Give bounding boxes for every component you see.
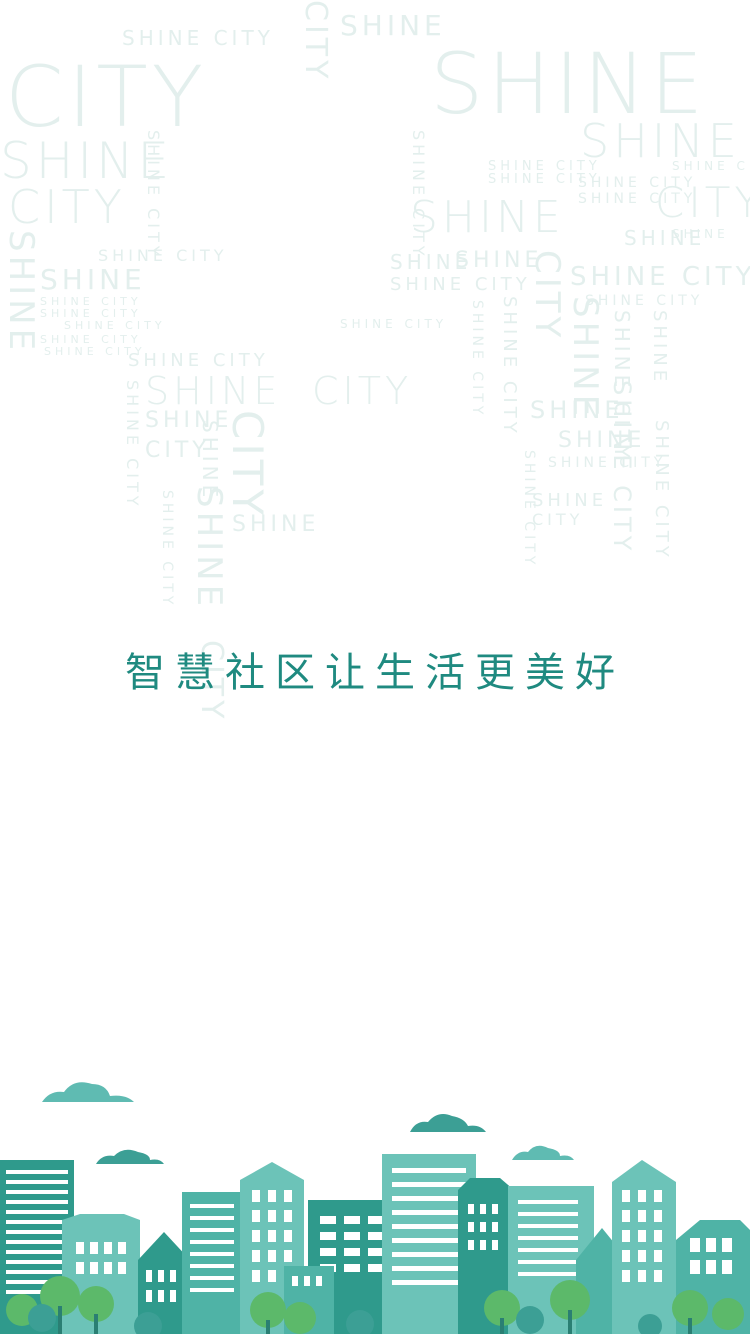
watermark-shine: SHINE bbox=[40, 263, 146, 296]
watermark-shine-city-vertical: SHINE CITY bbox=[123, 380, 142, 510]
cloud-icon bbox=[512, 1145, 574, 1160]
watermark-shine-city: SHINE CITY bbox=[390, 274, 531, 295]
watermark-shine: SHINE bbox=[232, 512, 320, 537]
watermark-shine: SHINE bbox=[580, 114, 741, 168]
watermark-shine-city: SHINE CITY bbox=[64, 319, 166, 332]
cloud-icon bbox=[42, 1082, 134, 1102]
watermark-shine-vertical: SHINE bbox=[1, 230, 41, 355]
watermark-shine-city: SHINE CITY bbox=[40, 307, 142, 320]
watermark-shine-city: SHINE CITY bbox=[128, 350, 269, 371]
city-skyline-illustration bbox=[0, 1082, 750, 1334]
watermark-shine: SHINE bbox=[145, 369, 282, 413]
watermark-city: CITY bbox=[8, 180, 126, 234]
watermark-city: CITY bbox=[312, 369, 413, 413]
watermark-shine-city-vertical: SHINE CITY bbox=[651, 420, 672, 561]
watermark-city-vertical: CITY bbox=[527, 250, 567, 342]
watermark-shine: SHINE bbox=[532, 490, 608, 511]
watermark-city: CITY bbox=[532, 510, 584, 529]
watermark-shine-city: SHINE CITY bbox=[122, 26, 274, 50]
watermark-city: CITY bbox=[5, 48, 208, 146]
splash-slogan: 智慧社区让生活更美好 bbox=[125, 650, 625, 696]
watermark-shine: SHINE bbox=[410, 192, 565, 243]
watermark-shine-city-vertical: SHINE CITY bbox=[608, 380, 636, 555]
watermark-shine-vertical: SHINE bbox=[649, 310, 670, 386]
watermark-shine-city: SHINE CITY bbox=[40, 295, 142, 308]
watermark-shine-city-vertical: SHINE CITY bbox=[521, 450, 537, 569]
watermark-shine-city-vertical: SHINE CITY bbox=[499, 296, 520, 437]
watermark-shine-city: SHINE CITY bbox=[40, 333, 142, 346]
watermark-shine-city-vertical: SHINE CITY bbox=[159, 490, 175, 609]
watermark-shine-city-vertical: SHINE CITY bbox=[409, 130, 428, 260]
watermark-shine: SHINE bbox=[672, 227, 729, 241]
watermark-city-vertical: CITY bbox=[298, 0, 333, 83]
watermark-city-vertical: CITY bbox=[223, 410, 272, 520]
watermark-shine-city: SHINE CITY bbox=[98, 246, 228, 265]
watermark-city: CITY bbox=[655, 178, 750, 227]
watermark-shine-city: SHINE CITY bbox=[570, 262, 750, 292]
cloud-icon bbox=[96, 1149, 164, 1164]
watermark-shine-city-vertical: SHINE CITY bbox=[144, 130, 163, 260]
cloud-icon bbox=[410, 1114, 486, 1132]
watermark-shine-vertical: SHINE bbox=[189, 486, 229, 611]
watermark-shine-city: SHINE CITY bbox=[340, 317, 448, 331]
watermark-shine-city: SHINE CITY bbox=[672, 159, 750, 173]
watermark-shine-city-vertical: SHINE CITY bbox=[469, 300, 485, 419]
